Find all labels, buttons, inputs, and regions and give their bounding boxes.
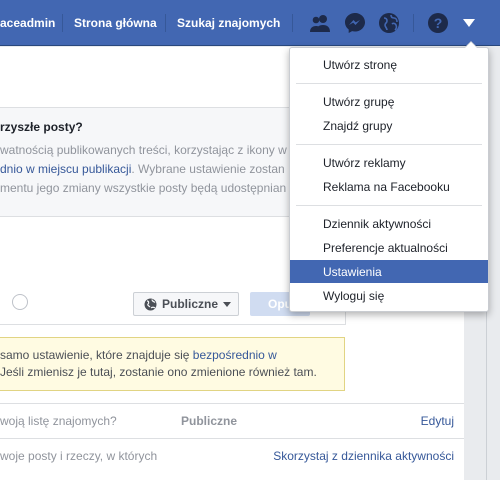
- messenger-icon[interactable]: [343, 11, 367, 35]
- nav-user-link[interactable]: aceadmin: [0, 0, 55, 46]
- menu-item-create-group[interactable]: Utwórz grupę: [290, 90, 488, 113]
- warning-notice: samo ustawienie, które znajduje się bezp…: [0, 337, 345, 391]
- svg-text:?: ?: [434, 15, 443, 31]
- menu-item-activity-log[interactable]: Dziennik aktywności: [290, 212, 488, 235]
- settings-row-question: woją listę znajomych?: [0, 414, 117, 428]
- account-dropdown-menu: Utwórz stronę Utwórz grupę Znajdź grupy …: [289, 41, 489, 312]
- privacy-inline-link[interactable]: dnio w miejscu publikacji: [0, 162, 131, 176]
- warning-line: Jeśli zmienisz je tutaj, zostanie ono zm…: [0, 365, 317, 379]
- edit-link[interactable]: Edytuj: [421, 414, 454, 428]
- privacy-description-text: . Wybrane ustawienie zostan: [131, 162, 285, 176]
- globe-icon: [144, 298, 157, 310]
- privacy-description-line: dnio w miejscu publikacji. Wybrane ustaw…: [0, 162, 285, 176]
- menu-item-advertising[interactable]: Reklama na Facebooku: [290, 175, 488, 198]
- menu-divider: [296, 144, 482, 145]
- nav-separator: [292, 14, 293, 32]
- nav-home-link[interactable]: Strona główna: [74, 0, 157, 46]
- top-navigation-bar: aceadmin Strona główna Szukaj znajomych …: [0, 0, 500, 46]
- account-menu-icon[interactable]: [457, 11, 481, 35]
- notifications-icon[interactable]: [377, 11, 401, 35]
- activity-log-link[interactable]: Skorzystaj z dziennika aktywności: [273, 449, 454, 463]
- privacy-description-line: mentu jego zmiany wszystkie posty będą u…: [0, 181, 287, 195]
- menu-item-create-ads[interactable]: Utwórz reklamy: [290, 151, 488, 174]
- warning-text: samo ustawienie, które znajduje się: [0, 348, 193, 362]
- audience-selector-label: Publiczne: [162, 297, 219, 311]
- emoji-icon[interactable]: [12, 294, 28, 310]
- privacy-title: rzyszłe posty?: [0, 120, 83, 134]
- menu-item-settings[interactable]: Ustawienia: [290, 260, 488, 283]
- settings-row-question: woje posty i rzeczy, w których: [0, 449, 158, 463]
- menu-divider: [296, 205, 482, 206]
- nav-separator: [413, 14, 414, 32]
- scrollbar[interactable]: [486, 300, 487, 480]
- chevron-down-icon: [223, 301, 232, 307]
- friends-icon[interactable]: [308, 11, 332, 35]
- dropdown-arrow: [465, 42, 477, 48]
- warning-link[interactable]: bezpośrednio w: [193, 348, 277, 362]
- menu-item-create-page[interactable]: Utwórz stronę: [290, 53, 488, 76]
- settings-row-value: Publiczne: [181, 414, 238, 428]
- menu-item-log-out[interactable]: Wyloguj się: [290, 284, 488, 307]
- nav-separator: [165, 14, 166, 32]
- menu-item-news-feed-preferences[interactable]: Preferencje aktualności: [290, 236, 488, 259]
- menu-item-find-groups[interactable]: Znajdź grupy: [290, 114, 488, 137]
- warning-line: samo ustawienie, które znajduje się bezp…: [0, 348, 277, 362]
- privacy-description-line: watnością publikowanych treści, korzysta…: [0, 143, 287, 157]
- settings-row: woje posty i rzeczy, w których Skorzysta…: [0, 438, 464, 472]
- settings-row: woją listę znajomych? Publiczne Edytuj: [0, 403, 464, 437]
- help-icon[interactable]: ?: [426, 11, 450, 35]
- audience-selector-button[interactable]: Publiczne: [133, 292, 239, 316]
- nav-find-friends-link[interactable]: Szukaj znajomych: [177, 0, 280, 46]
- menu-divider: [296, 83, 482, 84]
- nav-separator: [62, 14, 63, 32]
